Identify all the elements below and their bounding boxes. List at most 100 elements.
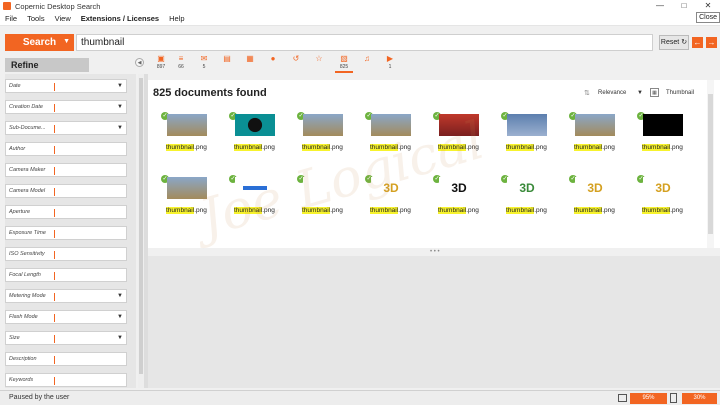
menu-extensions-licenses[interactable]: Extensions / Licenses [81, 14, 159, 23]
refine-title: Refine [5, 58, 89, 72]
refine-field-date[interactable]: Date ▼ [5, 79, 127, 93]
sort-select[interactable]: Relevance ▼ [595, 87, 645, 99]
maximize-button[interactable]: □ [672, 0, 696, 12]
thumbnail-item[interactable]: ✓ thumbnail.png [360, 110, 416, 160]
filename-suffix: .png [670, 207, 683, 214]
refine-field-camera-model[interactable]: Camera Model [5, 184, 127, 198]
tab-pictures[interactable]: ▧ 825 [335, 54, 353, 73]
tab-history[interactable]: ↺ [287, 54, 305, 73]
minimize-button[interactable]: — [648, 0, 672, 12]
chevron-down-icon[interactable]: ▼ [117, 311, 123, 324]
refine-scrollbar-thumb[interactable] [139, 78, 143, 374]
tab-email[interactable]: ✉ 5 [195, 54, 213, 73]
thumbnail-item[interactable]: ✓ thumbnail.png [156, 110, 212, 160]
tab-text-files[interactable]: ▤ [218, 54, 236, 73]
thumbnail-filename[interactable]: thumbnail.png [642, 144, 683, 151]
favorites-icon: ☆ [315, 54, 323, 63]
thumbnail-item[interactable]: ✓ thumbnail.png [632, 110, 688, 160]
tab-list[interactable]: ≡ 66 [172, 54, 190, 73]
thumbnail-item[interactable]: ✓ thumbnail.png [224, 110, 280, 160]
thumbnail-item[interactable]: ✓ thumbnail.png [496, 110, 552, 160]
tab-video[interactable]: ▶ 1 [381, 54, 399, 73]
results-scrollbar-thumb[interactable] [708, 94, 713, 234]
thumbnail-filename[interactable]: thumbnail.png [302, 207, 343, 214]
refine-field-author[interactable]: Author [5, 142, 127, 156]
forward-button[interactable]: → [706, 36, 717, 48]
thumbnail-item[interactable]: ✓ 3D thumbnail.png [564, 173, 620, 223]
field-label: Description [9, 356, 37, 362]
thumbnail-item[interactable]: ✓ thumbnail.png [292, 173, 348, 223]
close-button[interactable]: ✕ [696, 0, 720, 12]
filename-suffix: .png [466, 144, 479, 151]
thumbnail-filename[interactable]: thumbnail.png [370, 144, 411, 151]
index-progress[interactable]: 95% [630, 393, 667, 404]
thumbnail-filename[interactable]: thumbnail.png [302, 144, 343, 151]
menu-view[interactable]: View [55, 14, 71, 23]
tab-calendar[interactable]: ▦ [241, 54, 259, 73]
refine-field-sub-documents[interactable]: Sub-Docume... ▼ [5, 121, 127, 135]
refine-field-description[interactable]: Description [5, 352, 127, 366]
thumbnail-item[interactable]: ✓ thumbnail.png [564, 110, 620, 160]
thumbnail-item[interactable]: ✓ 3D thumbnail.png [360, 173, 416, 223]
thumbnail-filename[interactable]: thumbnail.png [438, 207, 479, 214]
thumbnail-filename[interactable]: thumbnail.png [574, 144, 615, 151]
resize-grip-icon[interactable]: • • • [430, 249, 440, 255]
refine-field-exposure-time[interactable]: Exposure Time [5, 226, 127, 240]
tab-contacts[interactable]: ● [264, 54, 282, 73]
window-title: Copernic Desktop Search [15, 1, 101, 11]
status-bar: Paused by the user 95% 30% [0, 390, 720, 405]
menu-tools[interactable]: Tools [27, 14, 45, 23]
refine-field-camera-maker[interactable]: Camera Maker [5, 163, 127, 177]
search-button[interactable]: Search ▼ [5, 33, 74, 51]
thumbnail-item[interactable]: ✓ thumbnail.png [224, 173, 280, 223]
thumbnail-filename[interactable]: thumbnail.png [642, 207, 683, 214]
refine-field-focal-length[interactable]: Focal Length [5, 268, 127, 282]
thumbnail-filename[interactable]: thumbnail.png [234, 144, 275, 151]
refine-field-aperture[interactable]: Aperture [5, 205, 127, 219]
window-controls: — □ ✕ [648, 0, 720, 12]
highlight: thumbnail [370, 207, 399, 214]
tab-favorites[interactable]: ☆ [310, 54, 328, 73]
thumbnail-item[interactable]: ✓ 3D thumbnail.png [496, 173, 552, 223]
chevron-down-icon[interactable]: ▼ [63, 38, 70, 45]
thumbnail-item[interactable]: ✓ 3D thumbnail.png [428, 173, 484, 223]
thumbnail-item[interactable]: ✓ 3D thumbnail.png [632, 173, 688, 223]
filename-suffix: .png [330, 144, 343, 151]
menu-help[interactable]: Help [169, 14, 184, 23]
tab-all-documents[interactable]: ▣ 897 [152, 54, 170, 73]
refine-field-metering-mode[interactable]: Metering Mode ▼ [5, 289, 127, 303]
refine-field-size[interactable]: Size ▼ [5, 331, 127, 345]
thumbnail-item[interactable]: ✓ thumbnail.png [156, 173, 212, 223]
second-progress[interactable]: 30% [682, 393, 717, 404]
refine-field-iso-sensitivity[interactable]: ISO Sensitivity [5, 247, 127, 261]
refine-field-creation-date[interactable]: Creation Date ▼ [5, 100, 127, 114]
reset-button[interactable]: Reset ↻ [659, 34, 689, 50]
field-divider [54, 230, 55, 238]
collapse-refine-icon[interactable]: ◀ [135, 58, 144, 67]
thumbnail-item[interactable]: ✓ thumbnail.png [428, 110, 484, 160]
back-button[interactable]: ← [692, 36, 703, 48]
chevron-down-icon[interactable]: ▼ [637, 87, 643, 99]
thumbnail-filename[interactable]: thumbnail.png [370, 207, 411, 214]
view-value: Thumbnail [666, 90, 695, 96]
thumbnail-filename[interactable]: thumbnail.png [166, 207, 207, 214]
thumbnail-filename[interactable]: thumbnail.png [438, 144, 479, 151]
thumbnail-filename[interactable]: thumbnail.png [166, 144, 207, 151]
thumbnail-filename[interactable]: thumbnail.png [234, 207, 275, 214]
thumbnail-item[interactable]: ✓ thumbnail.png [292, 110, 348, 160]
chevron-down-icon[interactable]: ▼ [117, 290, 123, 303]
thumbnail-filename[interactable]: thumbnail.png [506, 207, 547, 214]
thumbnail-filename[interactable]: thumbnail.png [574, 207, 615, 214]
field-divider [54, 104, 55, 112]
refine-field-flash-mode[interactable]: Flash Mode ▼ [5, 310, 127, 324]
chevron-down-icon[interactable]: ▼ [117, 332, 123, 345]
tab-music[interactable]: ♫ [358, 54, 376, 73]
thumbnail-filename[interactable]: thumbnail.png [506, 144, 547, 151]
results-scrollbar[interactable] [707, 80, 714, 248]
chevron-down-icon[interactable]: ▼ [117, 80, 123, 93]
menu-file[interactable]: File [5, 14, 17, 23]
search-input[interactable] [76, 33, 653, 51]
chevron-down-icon[interactable]: ▼ [117, 122, 123, 135]
refine-field-keywords[interactable]: Keywords [5, 373, 127, 387]
chevron-down-icon[interactable]: ▼ [117, 101, 123, 114]
